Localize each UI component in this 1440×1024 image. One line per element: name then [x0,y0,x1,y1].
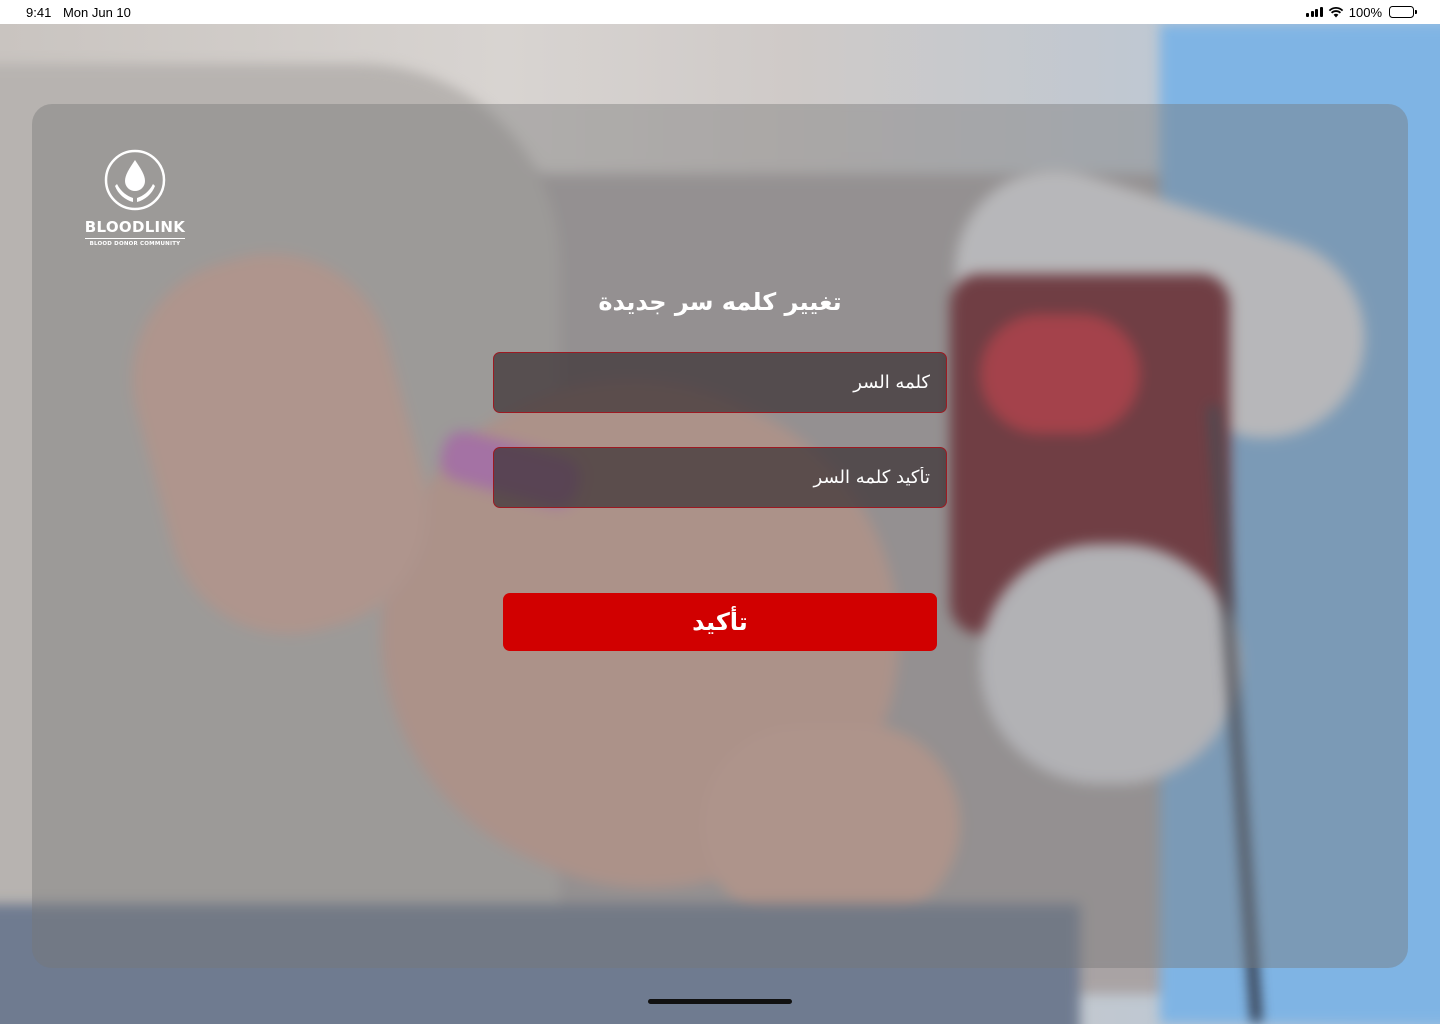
status-right: 100% [1306,4,1417,20]
status-date: Mon Jun 10 [62,4,131,20]
page-title: تغيير كلمه سر جديدة [598,288,842,316]
status-left: 9:41 Mon Jun 10 [26,5,139,20]
confirm-button[interactable]: تأكيد [503,593,937,651]
cellular-signal-icon [1306,7,1323,17]
wifi-icon [1328,6,1343,18]
home-indicator[interactable] [648,999,792,1004]
blood-drop-hands-icon [104,149,166,211]
confirm-password-field[interactable] [493,447,947,508]
battery-percentage: 100% [1348,4,1382,20]
status-bar: 9:41 Mon Jun 10 100% [0,0,1440,24]
bloodlink-logo: BLOODLINK BLOOD DONOR COMMUNITY [80,148,190,247]
status-time: 9:41 [26,4,52,20]
logo-name: BLOODLINK [84,218,186,239]
change-password-card: BLOODLINK BLOOD DONOR COMMUNITY تغيير كل… [32,104,1408,968]
password-field[interactable] [493,352,947,413]
battery-icon [1389,6,1417,18]
logo-tagline: BLOOD DONOR COMMUNITY [89,241,181,247]
